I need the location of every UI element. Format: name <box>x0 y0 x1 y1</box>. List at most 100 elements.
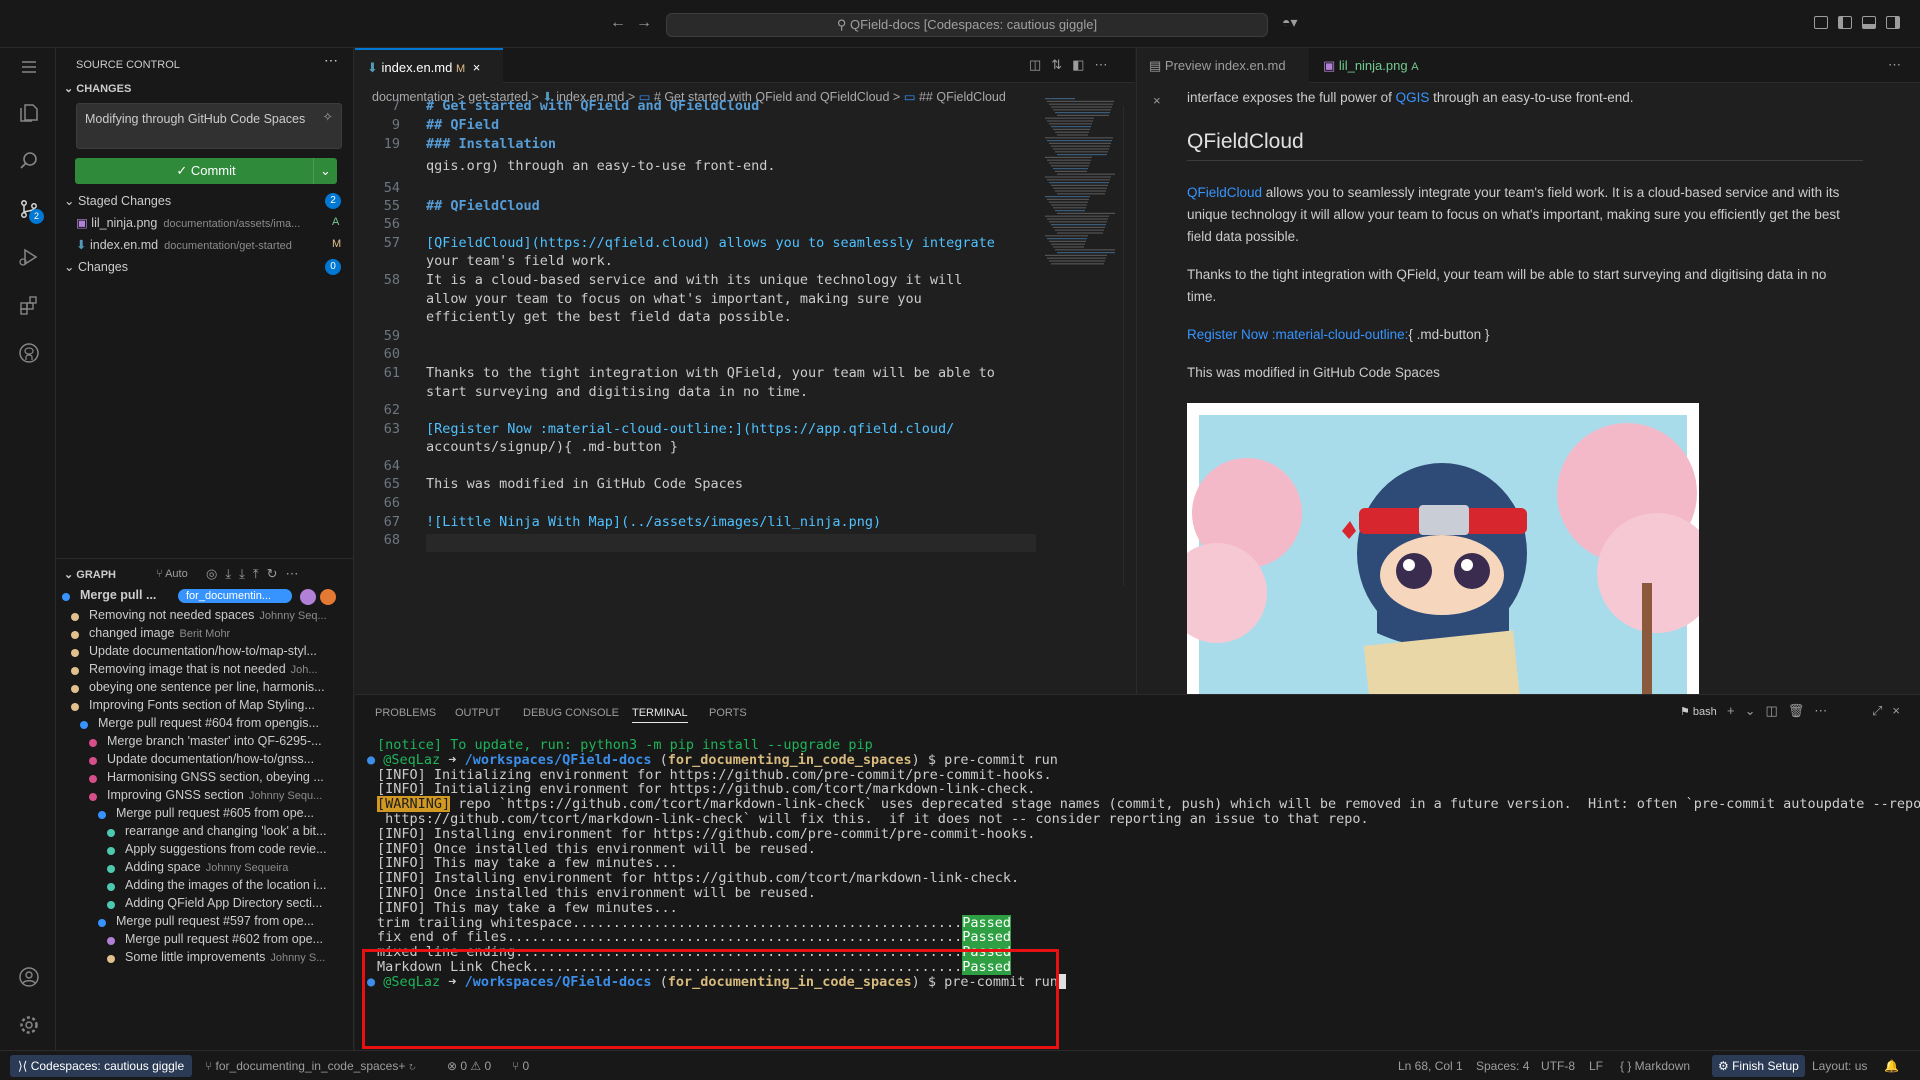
minimap-line <box>1055 249 1115 251</box>
indentation[interactable]: Spaces: 4 <box>1476 1059 1529 1073</box>
commit-button[interactable]: ✓ Commit ⌄ <box>75 158 337 184</box>
qgis-link[interactable]: QGIS <box>1396 90 1430 105</box>
toggle-sidebar-icon[interactable] <box>1838 16 1852 29</box>
breadcrumb-item[interactable]: ## QFieldCloud <box>919 90 1006 104</box>
editor-actions-icons[interactable]: ◫⇅◧⋯ <box>1029 57 1117 73</box>
run-debug-icon[interactable] <box>18 246 40 268</box>
sidebar-title: SOURCE CONTROL <box>76 59 180 71</box>
check-name: trim trailing whitespace................… <box>377 914 963 931</box>
section-divider <box>56 558 354 559</box>
graph-node-dot <box>62 593 70 601</box>
warning-tag: [WARNING] <box>377 796 451 813</box>
toggle-panel-icon[interactable] <box>1862 16 1876 29</box>
ports-indicator[interactable]: ⑂ 0 <box>512 1059 529 1073</box>
settings-gear-icon[interactable] <box>18 1014 40 1036</box>
panel-window-icons[interactable]: ⤢× <box>1872 703 1910 719</box>
panel-tab[interactable]: PROBLEMS <box>375 707 436 719</box>
qfieldcloud-link[interactable]: QFieldCloud <box>1187 185 1262 200</box>
finish-setup-button[interactable]: ⚙ Finish Setup <box>1712 1055 1805 1077</box>
graph-node-dot <box>107 865 115 873</box>
commit-dropdown-chevron-icon[interactable]: ⌄ <box>313 158 337 184</box>
changes-subheader[interactable]: ⌄ Changes <box>64 259 128 274</box>
tab-preview[interactable]: ▤ Preview index.en.md × <box>1137 48 1309 108</box>
graph-node-dot <box>89 775 97 783</box>
minimap[interactable] <box>1045 98 1115 268</box>
staged-file-name: index.en.md <box>89 238 159 252</box>
commit-message: Merge pull request #597 from ope... <box>116 914 315 928</box>
keyboard-layout[interactable]: Layout: us <box>1812 1059 1867 1073</box>
minimap-line <box>1045 254 1107 256</box>
more-actions-icon[interactable]: ⋯ <box>324 52 338 69</box>
minimap-line <box>1045 156 1092 158</box>
staged-file-item[interactable]: ▣ lil_ninja.png documentation/assets/ima.… <box>76 215 300 230</box>
commit-author: Johnny Sequ... <box>248 790 323 802</box>
extensions-icon[interactable] <box>18 294 40 316</box>
end-of-line[interactable]: LF <box>1589 1059 1603 1073</box>
minimap-line <box>1045 235 1088 237</box>
encoding[interactable]: UTF-8 <box>1541 1059 1575 1073</box>
source-control-icon[interactable]: 2 <box>18 198 44 224</box>
status-bar: ⟩⟨ Codespaces: cautious giggle ⑂ for_doc… <box>0 1050 1920 1080</box>
staged-file-item[interactable]: ⬇ index.en.md documentation/get-started <box>76 237 292 252</box>
line-number: 9 <box>391 117 400 133</box>
commit-message-input[interactable]: Modifying through GitHub Code Spaces ✧ <box>76 103 342 149</box>
explorer-icon[interactable] <box>18 102 40 124</box>
language-mode[interactable]: { } Markdown <box>1620 1059 1690 1073</box>
accounts-icon[interactable] <box>18 966 40 988</box>
terminal-shell-selector[interactable]: ⚑ bash <box>1680 705 1717 718</box>
close-icon[interactable]: × <box>473 60 481 75</box>
problems-indicator[interactable]: ⊗ 0 ⚠ 0 <box>447 1059 491 1073</box>
minimap-line <box>1047 238 1087 240</box>
remote-indicator[interactable]: ⟩⟨ Codespaces: cautious giggle <box>10 1055 193 1077</box>
tab-index-en-md[interactable]: ⬇ index.en.md M × <box>355 48 503 83</box>
staged-count-badge: 2 <box>325 193 341 209</box>
commit-message: obeying one sentence per line, harmonis.… <box>89 680 325 694</box>
staged-changes-header[interactable]: ⌄ Staged Changes <box>64 193 171 208</box>
close-icon[interactable]: × <box>1153 93 1161 108</box>
forward-arrow-icon[interactable]: → <box>636 14 652 32</box>
panel-tab[interactable]: OUTPUT <box>455 707 500 719</box>
changes-section-header[interactable]: ⌄ CHANGES <box>64 82 131 95</box>
graph-toolbar-icons[interactable]: ◎⤓⤓⤒↻⋯ <box>206 566 306 582</box>
changes-label: Changes <box>77 260 128 274</box>
preview-paragraph: interface exposes the full power of QGIS… <box>1187 87 1847 105</box>
cursor-position[interactable]: Ln 68, Col 1 <box>1398 1059 1463 1073</box>
editor-scrollbar[interactable] <box>1123 106 1124 586</box>
terminal-line: [INFO] Installing environment for https:… <box>377 870 1019 886</box>
graph-section-header[interactable]: ⌄ GRAPH <box>64 568 116 581</box>
commit-button-label: ✓ Commit <box>176 163 236 178</box>
search-icon[interactable] <box>18 150 40 172</box>
github-icon[interactable] <box>18 342 40 364</box>
panel-tab[interactable]: PORTS <box>709 707 747 719</box>
branch-label: for_documenting_in_code_spaces+ <box>215 1059 406 1073</box>
status-modified: M <box>332 238 342 250</box>
minimap-line <box>1053 207 1086 209</box>
branch-badge[interactable]: for_documentin... <box>178 589 292 603</box>
commit-message: Merge branch 'master' into QF-6295-... <box>107 734 322 748</box>
more-actions-icon[interactable]: ⋯ <box>1888 57 1901 73</box>
menu-icon[interactable] <box>18 56 40 78</box>
tab-lil-ninja[interactable]: ▣ lil_ninja.png A <box>1311 48 1441 83</box>
register-now-link[interactable]: Register Now :material-cloud-outline: <box>1187 327 1408 342</box>
copilot-icon[interactable]: ◓▾ <box>1282 14 1297 31</box>
status-added: A <box>332 216 340 228</box>
back-arrow-icon[interactable]: ← <box>610 14 626 32</box>
notifications-bell-icon[interactable]: 🔔 <box>1884 1059 1899 1073</box>
terminal-line: [INFO] This may take a few minutes... <box>377 855 678 871</box>
panel-tab[interactable]: TERMINAL <box>632 707 688 723</box>
terminal-scrollbar[interactable] <box>1900 735 1904 1035</box>
command-center-search[interactable]: ⚲ QField-docs [Codespaces: cautious gigg… <box>666 13 1268 37</box>
toggle-secondary-sidebar-icon[interactable] <box>1886 16 1900 29</box>
customize-layout-icon[interactable] <box>1814 16 1828 29</box>
panel-actions-icons[interactable]: +⌄◫🗑⋯ <box>1727 703 1837 719</box>
minimap-line <box>1055 190 1106 192</box>
sparkle-icon[interactable]: ✧ <box>323 108 333 126</box>
branch-indicator[interactable]: ⑂ for_documenting_in_code_spaces+ ↻ <box>205 1059 416 1073</box>
graph-auto-toggle[interactable]: ⑂ Auto <box>156 568 188 580</box>
minimap-line <box>1045 176 1111 178</box>
terminal-line: [INFO] Once installed this environment w… <box>377 841 816 857</box>
panel-tab[interactable]: DEBUG CONSOLE <box>523 707 619 719</box>
graph-commit-row[interactable]: Some little improvements Johnny S... <box>125 950 352 972</box>
minimap-line <box>1051 263 1104 265</box>
minimap-line <box>1049 142 1111 144</box>
